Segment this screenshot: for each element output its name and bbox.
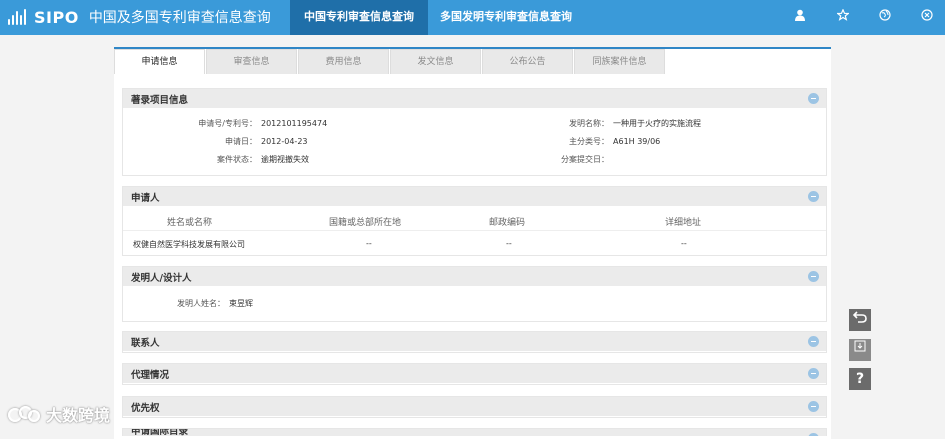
applicant-name-cell: 权健自然医学科技发展有限公司 xyxy=(133,240,245,249)
filing-date-value: 2012-04-23 xyxy=(261,137,308,146)
info-tabs: 申请信息 审查信息 费用信息 发文信息 公布公告 同族案件信息 xyxy=(114,49,666,75)
sipo-logo: SIPO 中国及多国专利审查信息查询 xyxy=(6,6,271,28)
contact-header[interactable]: 联系人 xyxy=(123,332,826,351)
tab-publication[interactable]: 公布公告 xyxy=(482,49,573,74)
user-icon[interactable] xyxy=(792,9,808,25)
export-icon xyxy=(854,340,866,352)
column-nationality: 国籍或总部所在地 xyxy=(329,218,402,228)
applicant-nationality-cell: -- xyxy=(366,239,372,248)
tab-dispatch-info[interactable]: 发文信息 xyxy=(390,49,481,74)
case-status-value: 逾期视撤失效 xyxy=(261,155,309,164)
filing-date-row: 申请日： 2012-04-23 xyxy=(133,136,308,147)
collapse-icon[interactable] xyxy=(808,271,819,282)
inventor-value: 束昱辉 xyxy=(229,299,253,308)
export-button[interactable] xyxy=(849,339,871,361)
tab-examination-info[interactable]: 审查信息 xyxy=(206,49,297,74)
contact-section: 联系人 xyxy=(122,331,827,353)
agency-header[interactable]: 代理情况 xyxy=(123,364,826,383)
agency-section: 代理情况 xyxy=(122,363,827,385)
inventor-label: 发明人姓名： xyxy=(177,299,225,308)
main-classification-value: A61H 39/06 xyxy=(613,137,661,146)
watermark: 大数跨境 xyxy=(8,402,110,426)
expand-icon[interactable] xyxy=(808,401,819,412)
question-icon: ? xyxy=(855,371,865,387)
collapse-icon[interactable] xyxy=(808,93,819,104)
priority-section: 优先权 xyxy=(122,396,827,418)
application-number-value: 2012101195474 xyxy=(261,119,328,128)
biblio-section: 著录项目信息 申请号/专利号： 2012101195474 申请日： 2012-04… xyxy=(122,88,827,176)
applicant-section: 申请人 姓名或名称 国籍或总部所在地 邮政编码 详细地址 权健自然医学科技发展有… xyxy=(122,186,827,256)
contact-title: 联系人 xyxy=(131,338,160,349)
column-address: 详细地址 xyxy=(665,218,702,228)
priority-header[interactable]: 优先权 xyxy=(123,397,826,416)
application-number-label: 申请号/专利号： xyxy=(198,119,257,128)
inventor-section: 发明人/设计人 发明人姓名： 束昱辉 xyxy=(122,266,827,322)
watermark-logo-icon xyxy=(8,404,42,424)
logo-text: SIPO xyxy=(34,7,79,27)
applicant-address-cell: -- xyxy=(681,239,687,248)
applicant-header[interactable]: 申请人 xyxy=(123,187,826,206)
application-number-row: 申请号/专利号： 2012101195474 xyxy=(133,118,327,129)
star-icon[interactable] xyxy=(835,8,851,25)
help-button[interactable]: ? xyxy=(849,368,871,390)
inventor-title: 发明人/设计人 xyxy=(131,273,192,284)
expand-icon[interactable] xyxy=(808,368,819,379)
invention-title-value: 一种用于火疗的实施流程 xyxy=(613,119,701,128)
return-icon xyxy=(852,311,867,323)
priority-title: 优先权 xyxy=(131,403,160,414)
case-status-label: 案件状态： xyxy=(217,155,257,164)
divisional-date-label: 分案提交日： xyxy=(561,155,609,164)
applicant-title: 申请人 xyxy=(131,193,160,204)
watermark-text: 大数跨境 xyxy=(46,406,111,425)
nav-tab-china[interactable]: 中国专利审查信息查询 xyxy=(290,0,428,35)
expand-icon[interactable] xyxy=(808,336,819,347)
filing-date-label: 申请日： xyxy=(225,137,257,146)
column-name: 姓名或名称 xyxy=(167,218,213,228)
tab-family-cases[interactable]: 同族案件信息 xyxy=(574,49,665,74)
nav-tab-multinational[interactable]: 多国发明专利审查信息查询 xyxy=(430,0,582,35)
invention-title-label: 发明名称： xyxy=(569,119,609,128)
collapse-icon[interactable] xyxy=(808,191,819,202)
top-bar: SIPO 中国及多国专利审查信息查询 中国专利审查信息查询 多国发明专利审查信息… xyxy=(0,0,945,35)
column-postal-code: 邮政编码 xyxy=(489,218,526,228)
applicant-postal-cell: -- xyxy=(506,239,512,248)
app-title: 中国及多国专利审查信息查询 xyxy=(88,10,271,26)
biblio-title: 著录项目信息 xyxy=(131,95,189,106)
row-divider xyxy=(123,230,826,231)
close-icon[interactable] xyxy=(919,9,935,25)
invention-title-row: 发明名称： 一种用于火疗的实施流程 xyxy=(523,118,701,129)
inventor-header[interactable]: 发明人/设计人 xyxy=(123,267,826,286)
globe-icon[interactable] xyxy=(877,9,893,25)
agency-title: 代理情况 xyxy=(131,370,170,381)
main-classification-row: 主分类号： A61H 39/06 xyxy=(523,136,660,147)
inventor-row: 发明人姓名： 束昱辉 xyxy=(177,298,253,309)
case-status-row: 案件状态： 逾期视撤失效 xyxy=(133,154,309,165)
divisional-date-row: 分案提交日： xyxy=(523,154,613,165)
back-button[interactable] xyxy=(849,309,871,331)
biblio-header[interactable]: 著录项目信息 xyxy=(123,89,826,108)
tab-fee-info[interactable]: 费用信息 xyxy=(298,49,389,74)
tab-application-info[interactable]: 申请信息 xyxy=(114,49,205,74)
main-classification-label: 主分类号： xyxy=(569,137,609,146)
sipo-logo-icon xyxy=(6,7,30,27)
